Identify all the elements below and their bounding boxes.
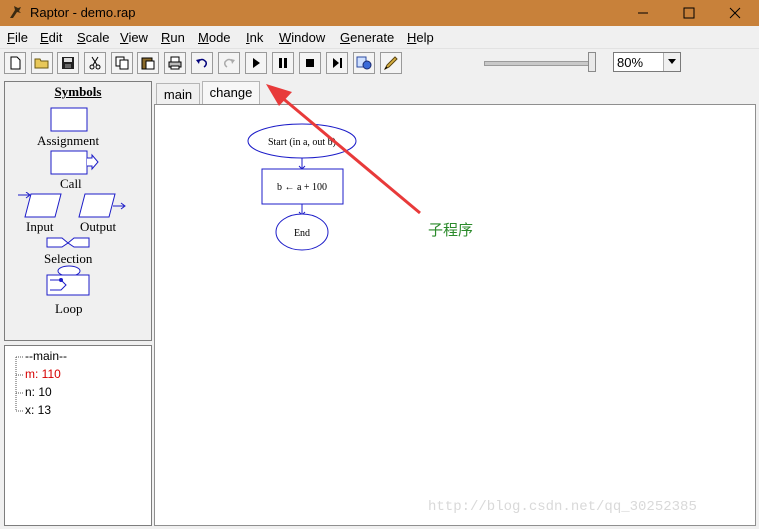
- tab-change[interactable]: change: [202, 81, 260, 105]
- menu-edit[interactable]: Edit: [40, 30, 62, 45]
- output-symbol[interactable]: [77, 192, 127, 220]
- pen-button[interactable]: [380, 52, 402, 74]
- close-button[interactable]: [712, 0, 758, 26]
- zoom-slider-thumb[interactable]: [588, 52, 596, 72]
- annotation-label: 子程序: [428, 222, 474, 239]
- step-icon: [333, 58, 342, 68]
- var-x[interactable]: x: 13: [25, 403, 51, 417]
- minimize-button[interactable]: [620, 0, 666, 26]
- print-button[interactable]: [164, 52, 186, 74]
- pause-icon: [279, 58, 287, 68]
- test-server-icon: [356, 56, 372, 70]
- tab-main[interactable]: main: [156, 83, 200, 105]
- menu-scale[interactable]: Scale: [77, 30, 110, 45]
- menu-ink[interactable]: Ink: [246, 30, 263, 45]
- menu-view[interactable]: View: [120, 30, 148, 45]
- maximize-icon: [683, 7, 695, 19]
- copy-icon: [115, 56, 129, 70]
- tree-lines: [15, 356, 24, 412]
- play-icon: [253, 58, 260, 68]
- watermark: http://blog.csdn.net/qq_30252385: [428, 499, 697, 515]
- cut-button[interactable]: [84, 52, 106, 74]
- menu-file[interactable]: File: [7, 30, 28, 45]
- new-file-button[interactable]: [4, 52, 26, 74]
- raptor-app-icon: [10, 6, 21, 18]
- redo-icon: [224, 58, 235, 68]
- test-server-button[interactable]: [353, 52, 375, 74]
- flowchart-canvas[interactable]: Start (in a, out b) b ← a + 100 End: [154, 104, 756, 526]
- undo-button[interactable]: [191, 52, 213, 74]
- var-m[interactable]: m: 110: [25, 367, 61, 381]
- cut-icon: [89, 56, 101, 70]
- copy-button[interactable]: [111, 52, 133, 74]
- window-title: Raptor - demo.rap: [30, 5, 136, 20]
- input-label: Input: [26, 219, 54, 234]
- menu-mode[interactable]: Mode: [198, 30, 231, 45]
- zoom-slider-track[interactable]: [484, 61, 590, 66]
- call-label: Call: [60, 176, 82, 191]
- output-label: Output: [80, 219, 117, 234]
- title-bar: Raptor - demo.rap: [0, 0, 759, 26]
- symbols-title: Symbols: [54, 84, 102, 99]
- open-button[interactable]: [31, 52, 53, 74]
- minimize-icon: [638, 12, 648, 14]
- menu-window[interactable]: Window: [279, 30, 325, 45]
- selection-symbol[interactable]: [45, 235, 93, 251]
- flowchart: Start (in a, out b) b ← a + 100 End: [247, 123, 357, 251]
- undo-icon: [196, 58, 207, 68]
- end-text: End: [294, 228, 310, 239]
- var-main[interactable]: --main--: [25, 349, 67, 363]
- start-text: Start (in a, out b): [268, 137, 336, 148]
- loop-label: Loop: [55, 301, 83, 316]
- zoom-value: 80%: [617, 55, 644, 70]
- menu-help[interactable]: Help: [407, 30, 434, 45]
- symbols-panel: Symbols Assignment Call Input Output Sel…: [4, 81, 152, 341]
- assignment-symbol[interactable]: [50, 107, 90, 133]
- pause-button[interactable]: [272, 52, 294, 74]
- assignment-label: Assignment: [37, 133, 100, 148]
- print-icon: [168, 56, 182, 70]
- paste-icon: [141, 57, 155, 70]
- assignment-text: b ← a + 100: [277, 182, 327, 193]
- close-icon: [729, 7, 741, 19]
- zoom-dropdown-button[interactable]: [663, 53, 680, 71]
- step-button[interactable]: [326, 52, 348, 74]
- input-symbol[interactable]: [17, 192, 65, 220]
- redo-button[interactable]: [218, 52, 240, 74]
- pen-icon: [383, 56, 398, 71]
- menu-run[interactable]: Run: [161, 30, 185, 45]
- open-folder-icon: [34, 58, 49, 69]
- save-icon: [62, 57, 74, 69]
- loop-symbol[interactable]: [45, 265, 93, 301]
- maximize-button[interactable]: [666, 0, 712, 26]
- stop-button[interactable]: [299, 52, 321, 74]
- execute-button[interactable]: [245, 52, 267, 74]
- variables-panel: --main-- m: 110 n: 10 x: 13: [4, 345, 152, 526]
- chevron-down-icon: [668, 59, 676, 64]
- paste-button[interactable]: [137, 52, 159, 74]
- menu-bar: File Edit Scale View Run Mode Ink Window…: [0, 26, 759, 49]
- zoom-select[interactable]: 80%: [613, 52, 681, 72]
- save-button[interactable]: [57, 52, 79, 74]
- var-n[interactable]: n: 10: [25, 385, 52, 399]
- stop-icon: [306, 59, 314, 67]
- menu-generate[interactable]: Generate: [340, 30, 394, 45]
- new-file-icon: [10, 56, 21, 70]
- call-symbol[interactable]: [50, 150, 100, 176]
